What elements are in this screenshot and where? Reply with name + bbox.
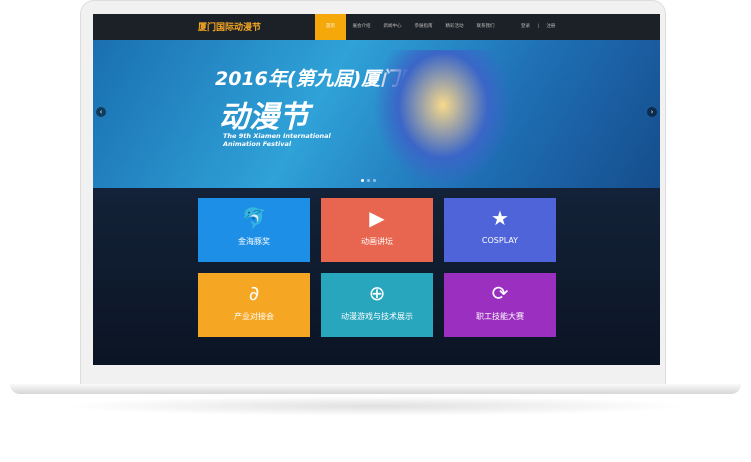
feature-tile[interactable]: ⟳ 职工技能大赛 (444, 273, 556, 337)
banner-subtitle: The 9th Xiamen International Animation F… (223, 132, 331, 148)
refresh-icon: ⟳ (491, 281, 509, 305)
slide-dot[interactable] (361, 179, 364, 182)
mascot-illustration (373, 50, 513, 188)
nav-item[interactable]: 参展指南 (408, 14, 439, 40)
website-screen: 厦门国际动漫节 首页 展会介绍 新闻中心 参展指南 精彩活动 联系我们 登录 | 注册 2… (93, 14, 660, 365)
tile-label: COSPLAY (481, 236, 519, 245)
login-link[interactable]: 登录 (521, 24, 530, 29)
tile-label: 动漫游戏与技术展示 (341, 312, 413, 321)
slide-dots (361, 179, 376, 182)
medal-icon: ★ (491, 206, 509, 230)
feature-tile[interactable]: ★ COSPLAY (444, 198, 556, 262)
laptop-shadow (60, 396, 690, 416)
register-link[interactable]: 注册 (546, 24, 555, 29)
nav-item[interactable]: 新闻中心 (377, 14, 408, 40)
tile-label: 动画讲坛 (361, 237, 393, 246)
feature-tile[interactable]: ∂ 产业对接会 (198, 273, 310, 337)
site-logo[interactable]: 厦门国际动漫节 (198, 20, 261, 33)
next-slide-button[interactable]: › (647, 107, 657, 117)
nav-item[interactable]: 首页 (315, 14, 346, 40)
banner-title-line2: 动漫节 (219, 100, 309, 135)
slide-dot[interactable] (367, 179, 370, 182)
hero-banner[interactable]: 2016年(第九届)厦门国际 动漫节 The 9th Xiamen Intern… (93, 40, 660, 188)
nav-item[interactable]: 展会介绍 (346, 14, 377, 40)
divider: | (537, 24, 539, 29)
film-icon: ▶ (369, 206, 385, 230)
nav-menu: 首页 展会介绍 新闻中心 参展指南 精彩活动 联系我们 (315, 14, 501, 40)
prev-slide-button[interactable]: ‹ (96, 107, 106, 117)
dolphin-icon: 🐬 (241, 206, 267, 230)
nav-item[interactable]: 联系我们 (470, 14, 501, 40)
slide-dot[interactable] (373, 179, 376, 182)
feature-tiles: 🐬 金海豚奖 ▶ 动画讲坛 ★ COSPLAY ∂ 产业对接会 ⊕ 动漫游戏与技术展示 ⟳ 职工技能大… (93, 188, 660, 365)
auth-links: 登录 | 注册 (521, 14, 555, 40)
laptop-base (10, 384, 741, 394)
tile-label: 金海豚奖 (238, 237, 270, 246)
gamepad-icon: ⊕ (368, 281, 386, 305)
tile-label: 产业对接会 (234, 312, 274, 321)
paperclip-icon: ∂ (248, 281, 260, 305)
feature-tile[interactable]: ▶ 动画讲坛 (321, 198, 433, 262)
nav-item[interactable]: 精彩活动 (439, 14, 470, 40)
feature-tile[interactable]: 🐬 金海豚奖 (198, 198, 310, 262)
tile-label: 职工技能大赛 (476, 312, 524, 321)
nav-bar: 厦门国际动漫节 首页 展会介绍 新闻中心 参展指南 精彩活动 联系我们 登录 | 注册 (93, 14, 660, 40)
feature-tile[interactable]: ⊕ 动漫游戏与技术展示 (321, 273, 433, 337)
